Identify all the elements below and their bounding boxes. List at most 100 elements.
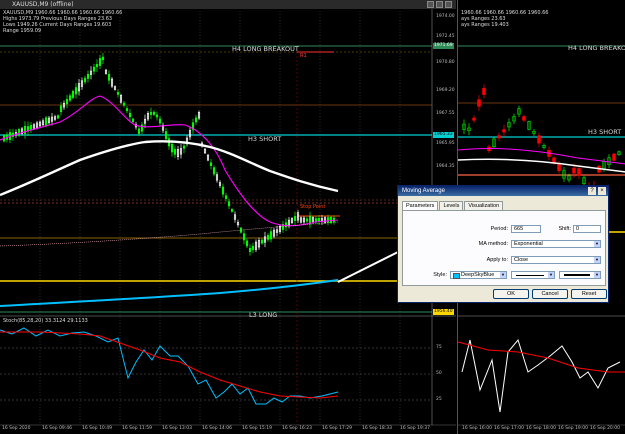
time-label: 16 Sep 17:00 <box>494 426 525 431</box>
candle-body <box>482 87 486 95</box>
candle-body <box>242 233 246 241</box>
chevron-down-icon[interactable]: ▼ <box>594 257 600 263</box>
apply-to-label: Apply to: <box>486 257 508 263</box>
candle-body <box>194 117 198 123</box>
shift-label: Shift: <box>558 226 571 232</box>
line-width-select[interactable]: ▼ <box>559 271 601 279</box>
candle-body <box>266 235 270 240</box>
left-window-titlebar[interactable]: XAUUSD,M9 (offline) <box>0 0 456 9</box>
candle-body <box>477 99 481 107</box>
dialog-titlebar[interactable]: Moving Average ? × <box>398 186 608 196</box>
dashed-line-icon <box>516 275 544 276</box>
reset-button[interactable]: Reset <box>571 289 607 299</box>
close-window-button[interactable] <box>445 1 452 8</box>
price-tag-mid: 1965.33 <box>433 132 454 138</box>
line-style-select[interactable]: ▼ <box>511 271 555 279</box>
candle-body <box>74 87 78 95</box>
candle-body <box>44 117 48 126</box>
time-axis: 16 Sep 2020 16 Sep 09:46 16 Sep 10:49 16… <box>0 426 456 434</box>
candle-body <box>472 117 476 121</box>
help-button[interactable]: ? <box>588 187 596 195</box>
candle-body <box>101 56 105 61</box>
time-label: 16 Sep 09:46 <box>42 426 73 431</box>
minimize-button[interactable] <box>427 1 434 8</box>
chevron-down-icon[interactable]: ▼ <box>594 272 600 278</box>
candle-body <box>293 216 297 221</box>
cancel-button[interactable]: Cancel <box>532 289 568 299</box>
moving-average-dialog[interactable]: Moving Average ? × Parameters Levels Vis… <box>397 185 609 303</box>
apply-to-select[interactable]: Close ▼ <box>511 256 601 264</box>
ma-method-select[interactable]: Exponential ▼ <box>511 240 601 248</box>
indicator-label: Stoch(85,28,20) 33.3124 29.1133 <box>3 318 88 324</box>
h3-short-label: H3 SHORT <box>248 135 282 143</box>
price-label: 1967.55 <box>436 111 455 116</box>
candle-body <box>71 90 75 98</box>
apply-to-value: Close <box>514 257 529 263</box>
right-h3-short-label: H3 SHORT <box>588 128 622 136</box>
candle-body <box>173 149 177 155</box>
candle-body <box>212 167 216 175</box>
period-input[interactable]: 665 <box>511 225 541 233</box>
price-tag-low: 1956.40 <box>433 309 454 315</box>
chevron-down-icon[interactable]: ▼ <box>548 272 554 278</box>
candle-body <box>17 129 21 136</box>
candle-body <box>98 58 102 66</box>
indicator-level-75: 75 <box>436 345 442 350</box>
candle-body <box>224 195 228 199</box>
ok-button[interactable]: OK <box>493 289 529 299</box>
candle-body <box>152 111 156 115</box>
candle-body <box>612 153 616 161</box>
dialog-tabs: Parameters Levels Visualization <box>402 201 504 211</box>
style-label: Style: <box>433 272 447 278</box>
time-label: 16 Sep 16:00 <box>462 426 493 431</box>
candle-body <box>557 163 561 171</box>
style-color-select[interactable]: DeepSkyBlue ▼ <box>450 271 507 279</box>
candle-body <box>86 73 90 79</box>
chevron-down-icon[interactable]: ▼ <box>594 241 600 247</box>
price-label: 1969.20 <box>436 88 455 93</box>
l3-long-label: L3 LONG <box>249 311 278 319</box>
candle-body <box>182 145 186 149</box>
time-label: 16 Sep 17:29 <box>322 426 353 431</box>
candle-body <box>158 118 162 124</box>
indicator-level-50: 50 <box>436 371 442 376</box>
left-chart-canvas[interactable] <box>0 0 456 434</box>
price-label: 1972.45 <box>436 34 455 39</box>
ma-method-label: MA method: <box>478 241 508 247</box>
price-label: 1965.95 <box>436 141 455 146</box>
candle-body <box>248 248 252 252</box>
time-label: 16 Sep 16:23 <box>282 426 313 431</box>
candle-body <box>502 129 506 133</box>
indicator-level-25: 25 <box>436 397 442 402</box>
time-label: 16 Sep 11:59 <box>122 426 153 431</box>
candle-body <box>305 218 309 222</box>
candle-body <box>227 201 231 207</box>
candle-body <box>155 114 159 118</box>
chevron-down-icon[interactable]: ▼ <box>500 272 506 278</box>
ma-method-value: Exponential <box>514 241 543 247</box>
candle-body <box>251 245 255 250</box>
tab-visualization[interactable]: Visualization <box>464 201 504 210</box>
candle-body <box>497 135 501 139</box>
candle-body <box>260 239 264 244</box>
right-info-line-3: ays Ranges 19.403 <box>461 22 509 28</box>
candle-body <box>137 128 141 134</box>
candle-body <box>326 217 330 223</box>
left-chart-window[interactable]: XAUUSD,M9 (offline) XAUUSD,M9 1960.66 19… <box>0 0 456 434</box>
shift-input[interactable]: 0 <box>573 225 601 233</box>
candle-body <box>92 66 96 72</box>
maximize-button[interactable] <box>436 1 443 8</box>
thick-line-icon <box>564 274 590 276</box>
left-window-title: XAUUSD,M9 (offline) <box>12 1 74 8</box>
dialog-close-button[interactable]: × <box>598 187 606 195</box>
candle-body <box>68 95 72 101</box>
tab-levels[interactable]: Levels <box>439 201 464 210</box>
candle-body <box>116 92 120 95</box>
candle-body <box>56 115 60 119</box>
candle-body <box>95 64 99 68</box>
price-label: 1970.80 <box>436 60 455 65</box>
candle-body <box>131 118 135 123</box>
candle-body <box>122 102 126 106</box>
candle-body <box>221 186 225 195</box>
style-color-name: DeepSkyBlue <box>461 272 495 278</box>
